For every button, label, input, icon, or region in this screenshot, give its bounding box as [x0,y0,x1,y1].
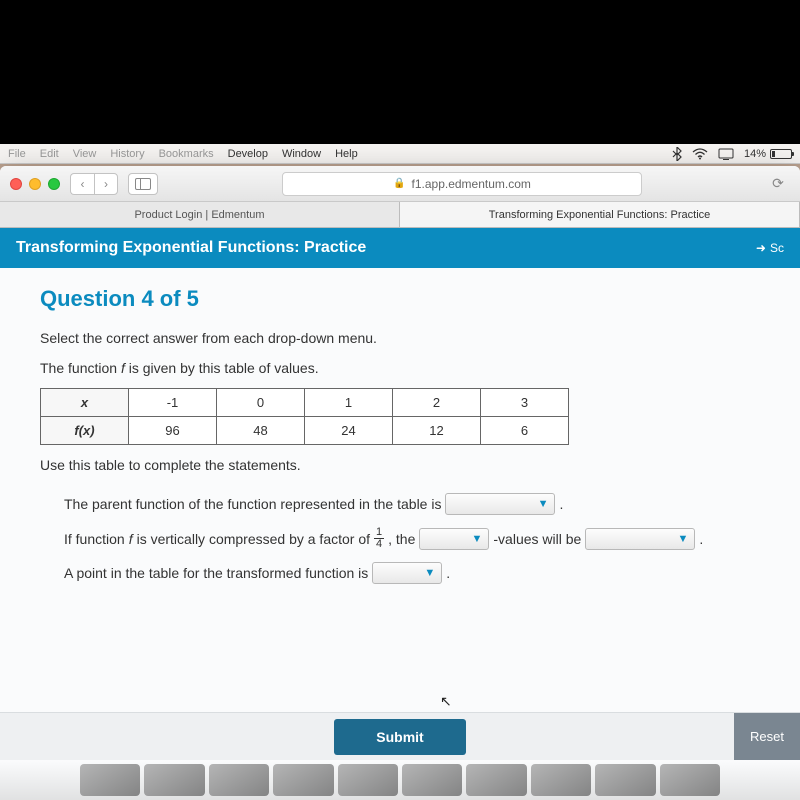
tab-product-login[interactable]: Product Login | Edmentum [0,202,400,227]
battery-icon [770,149,792,159]
cell-x-2: 1 [305,389,393,417]
display-icon[interactable] [718,148,734,160]
cell-fx-3: 12 [393,417,481,445]
browser-toolbar: ‹ › 🔒 f1.app.edmentum.com ⟳ [0,166,800,202]
cell-fx-4: 6 [481,417,569,445]
battery-status[interactable]: 14% [744,148,792,160]
table-row-x: x -1 0 1 2 3 [41,389,569,417]
values-table: x -1 0 1 2 3 f(x) 96 48 24 12 6 [40,388,569,445]
complete-statement: Use this table to complete the statement… [40,457,760,473]
dropdown-parent-function[interactable]: ▼ [445,493,555,515]
mac-menubar: File Edit View History Bookmarks Develop… [0,144,800,164]
url-text: f1.app.edmentum.com [412,177,531,191]
cell-x-3: 2 [393,389,481,417]
lesson-title: Transforming Exponential Functions: Prac… [16,239,366,257]
dock-app-icon[interactable] [338,764,398,796]
menu-bookmarks[interactable]: Bookmarks [159,148,214,160]
dock-app-icon[interactable] [531,764,591,796]
menu-develop[interactable]: Develop [228,148,268,160]
table-row-fx: f(x) 96 48 24 12 6 [41,417,569,445]
dock-app-icon[interactable] [80,764,140,796]
reset-button[interactable]: Reset [734,713,800,760]
dock-app-icon[interactable] [402,764,462,796]
dock-app-icon[interactable] [466,764,526,796]
menu-file[interactable]: File [8,148,26,160]
cell-fx-0: 96 [129,417,217,445]
forward-button[interactable]: › [94,173,118,195]
menu-window[interactable]: Window [282,148,321,160]
battery-percent: 14% [744,148,766,160]
bluetooth-icon[interactable] [672,147,682,161]
cell-x-4: 3 [481,389,569,417]
lock-icon: 🔒 [393,178,405,189]
mac-dock [0,760,800,800]
question-heading: Question 4 of 5 [40,286,760,312]
cell-x-1: 0 [217,389,305,417]
dock-app-icon[interactable] [660,764,720,796]
dock-app-icon[interactable] [209,764,269,796]
row-header-fx: f(x) [41,417,129,445]
cell-fx-2: 24 [305,417,393,445]
cell-fx-1: 48 [217,417,305,445]
sidebar-toggle-button[interactable] [128,173,158,195]
menu-view[interactable]: View [73,148,97,160]
function-prompt: The function f is given by this table of… [40,360,760,376]
statement-2: If function f is vertically compressed b… [64,527,760,550]
statement-1: The parent function of the function repr… [64,493,760,515]
dropdown-values-result[interactable]: ▼ [585,528,695,550]
mouse-cursor-icon: ↖ [440,693,452,710]
menu-history[interactable]: History [110,148,144,160]
window-controls [10,178,60,190]
close-window-button[interactable] [10,178,22,190]
desktop-screen: File Edit View History Bookmarks Develop… [0,144,800,800]
tab-strip: Product Login | Edmentum Transforming Ex… [0,202,800,228]
wifi-icon[interactable] [692,148,708,160]
maximize-window-button[interactable] [48,178,60,190]
menu-edit[interactable]: Edit [40,148,59,160]
dock-app-icon[interactable] [595,764,655,796]
tab-transforming-exponential[interactable]: Transforming Exponential Functions: Prac… [400,202,800,227]
minimize-window-button[interactable] [29,178,41,190]
dropdown-values-type[interactable]: ▼ [419,528,489,550]
row-header-x: x [41,389,129,417]
dock-app-icon[interactable] [144,764,204,796]
question-footer: Submit Reset ↖ [0,712,800,760]
back-button[interactable]: ‹ [70,173,94,195]
fraction-one-fourth: 1 4 [374,527,384,550]
lesson-banner: Transforming Exponential Functions: Prac… [0,228,800,268]
browser-window: ‹ › 🔒 f1.app.edmentum.com ⟳ Product Logi… [0,166,800,800]
submit-button[interactable]: Submit [334,719,465,755]
cell-x-0: -1 [129,389,217,417]
question-content: Question 4 of 5 Select the correct answe… [0,268,800,800]
question-instruction: Select the correct answer from each drop… [40,330,760,346]
score-link[interactable]: ➜ Sc [756,241,784,255]
dock-app-icon[interactable] [273,764,333,796]
statement-3: A point in the table for the transformed… [64,562,760,584]
reload-button[interactable]: ⟳ [766,173,790,195]
menu-help[interactable]: Help [335,148,358,160]
address-bar[interactable]: 🔒 f1.app.edmentum.com [282,172,642,196]
dropdown-point[interactable]: ▼ [372,562,442,584]
